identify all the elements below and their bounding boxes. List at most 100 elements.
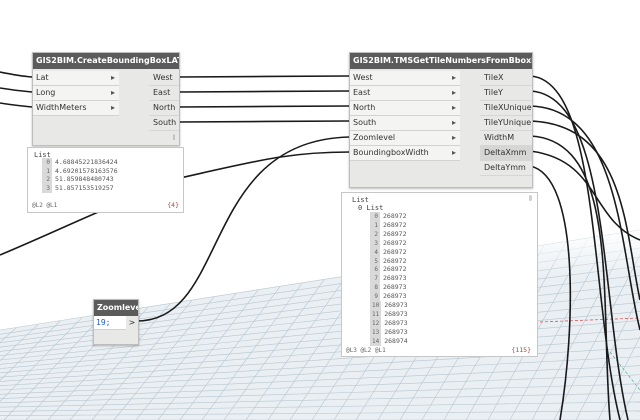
port-label: East bbox=[353, 88, 371, 97]
list-index: 11 bbox=[370, 309, 382, 319]
list-value: 268972 bbox=[383, 212, 407, 220]
list-index: 0 bbox=[370, 212, 380, 221]
list-value: 268973 bbox=[384, 301, 408, 309]
list-value: 268972 bbox=[383, 265, 407, 274]
chevron-right-icon: ▸ bbox=[110, 73, 115, 82]
node-title[interactable]: GIS2BIM.TMSGetTileNumbersFromBboxLATLON bbox=[350, 53, 532, 69]
list-index: 9 bbox=[370, 292, 380, 302]
preview-sublist-title: 0 List bbox=[358, 204, 384, 212]
port-label: Lat bbox=[36, 73, 49, 82]
output-port-north[interactable]: North bbox=[149, 101, 179, 116]
preview-bubble-bbox[interactable]: List 0 4.68845221836424 1 4.69201578163576 2… bbox=[27, 147, 184, 213]
chevron-right-icon: ▸ bbox=[451, 88, 456, 97]
wire-width-in bbox=[0, 102, 33, 108]
input-port-east[interactable]: East ▸ bbox=[350, 86, 460, 101]
output-port-tileyunique[interactable]: TileYUnique bbox=[480, 116, 532, 131]
list-value: 51.857153519257 bbox=[55, 183, 114, 192]
list-item: 8 268973 bbox=[370, 283, 407, 293]
input-port-west[interactable]: West ▸ bbox=[350, 71, 460, 86]
chevron-right-icon: ▸ bbox=[451, 103, 456, 112]
wire-north bbox=[177, 105, 351, 108]
code-block-input[interactable]: 19; bbox=[94, 316, 126, 330]
output-port-zoom[interactable]: > bbox=[126, 316, 138, 330]
list-item: 12 268973 bbox=[370, 318, 408, 328]
input-port-north[interactable]: North ▸ bbox=[350, 101, 460, 116]
list-item: 7 268973 bbox=[370, 274, 406, 284]
list-value: 268973 bbox=[384, 309, 408, 318]
list-item: 10 268973 bbox=[370, 301, 408, 310]
output-port-tilex[interactable]: TileX bbox=[480, 71, 532, 86]
list-index: 14 bbox=[370, 336, 382, 346]
list-item: 2 268972 bbox=[370, 229, 406, 239]
list-item: 3 51.857153519257 bbox=[42, 183, 114, 193]
list-index: 3 bbox=[42, 183, 52, 193]
chevron-right-icon: ▸ bbox=[110, 103, 115, 112]
preview-bubble-tms[interactable]: List 0 List 0 268972 1 268972 2 268972 3 268972… bbox=[341, 192, 538, 357]
port-label: West bbox=[353, 73, 373, 82]
node-zoomlevel[interactable]: Zoomlevel 19; > bbox=[93, 299, 139, 345]
output-port-tiley[interactable]: TileY bbox=[480, 86, 532, 101]
list-index: 7 bbox=[370, 274, 380, 284]
list-index: 2 bbox=[370, 229, 380, 239]
port-label: Long bbox=[36, 88, 56, 97]
output-port-deltaymm[interactable]: DeltaYmm bbox=[480, 161, 532, 176]
list-index: 13 bbox=[370, 327, 382, 337]
port-label: North bbox=[353, 103, 376, 112]
chevron-right-icon: ▸ bbox=[451, 118, 456, 127]
list-index: 1 bbox=[370, 220, 380, 230]
list-index: 3 bbox=[370, 238, 380, 248]
list-item: 11 268973 bbox=[370, 309, 408, 319]
output-port-widthm[interactable]: WidthM bbox=[480, 131, 532, 146]
preview-levels: @L3 @L2 @L1 bbox=[346, 347, 386, 354]
list-item: 14 268974 bbox=[370, 336, 408, 346]
port-label: WidthMeters bbox=[36, 103, 87, 112]
output-port-east[interactable]: East bbox=[149, 86, 179, 101]
port-label: South bbox=[353, 118, 377, 127]
input-port-boundingboxwidth[interactable]: BoundingboxWidth ▸ bbox=[350, 146, 460, 161]
list-value: 268974 bbox=[384, 336, 408, 345]
output-port-south[interactable]: South bbox=[149, 116, 179, 131]
list-item: 1 268972 bbox=[370, 220, 407, 230]
list-value: 268972 bbox=[383, 247, 407, 256]
preview-levels: @L2 @L1 bbox=[32, 202, 58, 209]
list-item: 4 268972 bbox=[370, 247, 407, 257]
list-value: 268973 bbox=[384, 318, 408, 327]
preview-count: {115} bbox=[511, 346, 531, 354]
input-port-zoomlevel[interactable]: Zoomlevel ▸ bbox=[350, 131, 460, 146]
list-index: 6 bbox=[370, 265, 380, 275]
input-port-long[interactable]: Long ▸ bbox=[33, 86, 119, 101]
node-create-bounding-box[interactable]: GIS2BIM.CreateBoundingBoxLATLONG Lat ▸ Lo… bbox=[32, 52, 180, 146]
wire-long-in bbox=[0, 87, 33, 93]
lacing-indicator[interactable]: l bbox=[173, 133, 175, 143]
scrollbar-thumb[interactable] bbox=[529, 195, 532, 201]
wire-west bbox=[177, 75, 351, 78]
preview-count: {4} bbox=[167, 201, 179, 209]
input-port-width-meters[interactable]: WidthMeters ▸ bbox=[33, 101, 119, 116]
list-item: 0 268972 bbox=[370, 212, 406, 221]
chevron-right-icon: ▸ bbox=[451, 73, 456, 82]
list-value: 4.69201578163576 bbox=[55, 166, 118, 175]
output-port-tilexunique[interactable]: TileXUnique bbox=[480, 101, 532, 116]
list-value: 268973 bbox=[383, 283, 407, 292]
port-label: BoundingboxWidth bbox=[353, 148, 429, 157]
output-port-deltaxmm[interactable]: DeltaXmm bbox=[480, 146, 532, 161]
list-value: 51.859848480743 bbox=[55, 175, 114, 183]
list-item: 3 268972 bbox=[370, 238, 407, 248]
list-value: 268972 bbox=[383, 238, 407, 247]
wire-lat-in bbox=[0, 71, 33, 78]
preview-title: List bbox=[352, 196, 369, 204]
list-value: 268973 bbox=[384, 327, 408, 336]
input-port-south[interactable]: South ▸ bbox=[350, 116, 460, 131]
node-title[interactable]: GIS2BIM.CreateBoundingBoxLATLONG bbox=[33, 53, 179, 69]
input-port-lat[interactable]: Lat ▸ bbox=[33, 71, 119, 86]
graph-canvas[interactable]: GIS2BIM.CreateBoundingBoxLATLONG Lat ▸ Lo… bbox=[0, 0, 640, 420]
output-port-west[interactable]: West bbox=[149, 71, 179, 86]
list-value: 268972 bbox=[383, 220, 407, 229]
chevron-right-icon: ▸ bbox=[110, 88, 115, 97]
wire-east bbox=[177, 90, 351, 93]
wire-deltaxmm-out bbox=[529, 150, 640, 241]
list-item: 13 268973 bbox=[370, 327, 408, 337]
node-tms-get-tile-numbers[interactable]: GIS2BIM.TMSGetTileNumbersFromBboxLATLON … bbox=[349, 52, 533, 188]
list-item: 6 268972 bbox=[370, 265, 407, 275]
node-title[interactable]: Zoomlevel bbox=[94, 300, 138, 316]
